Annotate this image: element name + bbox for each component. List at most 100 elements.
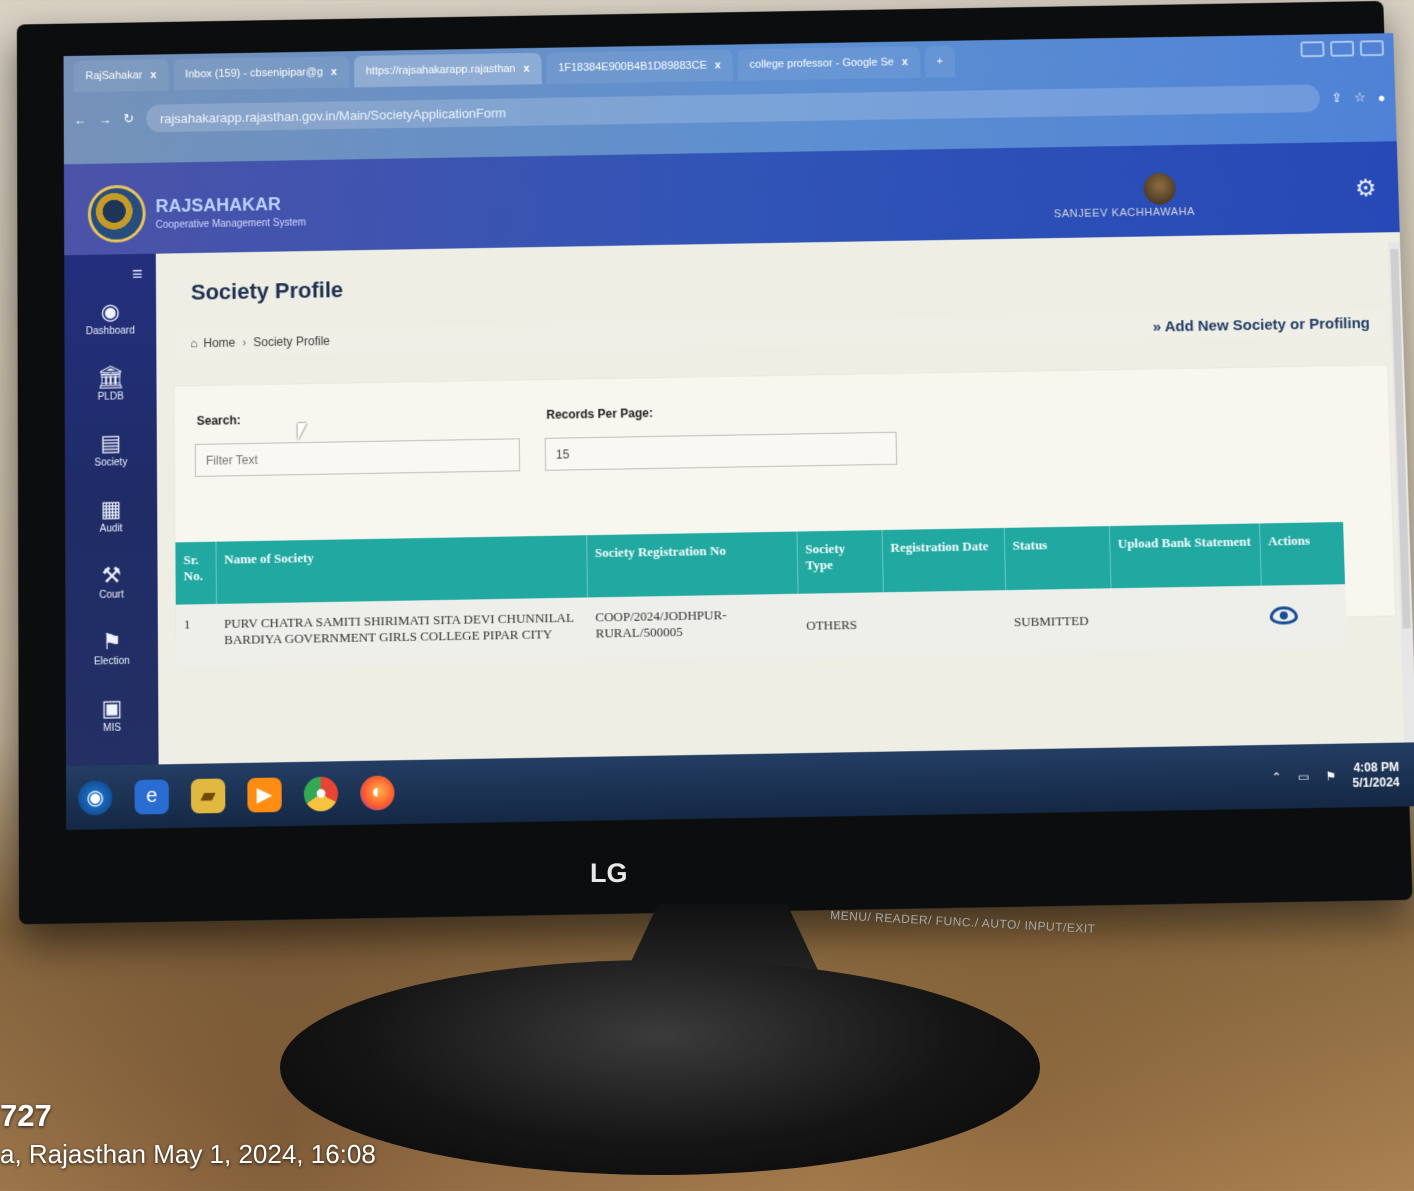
bookmark-icon[interactable]: ☆	[1354, 90, 1366, 106]
close-icon[interactable]: x	[523, 63, 529, 75]
settings-icon[interactable]: ⚙	[1355, 174, 1377, 203]
sidebar-item-label: Court	[99, 589, 124, 601]
share-icon[interactable]: ⇪	[1331, 90, 1342, 106]
search-input[interactable]	[194, 438, 521, 477]
user-name[interactable]: SANJEEV KACHHAWAHA	[1054, 206, 1196, 220]
user-avatar[interactable]	[1143, 172, 1177, 205]
browser-tab-rajsahakar[interactable]: RajSahakar x	[73, 59, 169, 93]
folder-icon[interactable]: ▰	[190, 777, 226, 814]
tab-label: RajSahakar	[85, 69, 143, 83]
sr-no-cell: 1	[175, 603, 217, 670]
sidebar-item-label: Society	[94, 457, 128, 469]
search-label: Search:	[196, 413, 241, 428]
sidebar-item-court[interactable]: ⚒ Court	[65, 549, 158, 617]
sidebar-item-label: MIS	[103, 722, 122, 735]
firefox-icon[interactable]: ◐	[360, 774, 395, 811]
society-profile-table: Sr. No. Name of Society Society Registra…	[175, 521, 1348, 670]
registration-no-cell: COOP/2024/JODHPUR-RURAL/500005	[587, 593, 799, 662]
mouse-cursor-icon	[297, 423, 307, 441]
new-tab-button[interactable]: +	[924, 45, 956, 78]
page-title: Society Profile	[173, 250, 1385, 315]
sr-no-header: Sr. No.	[175, 541, 216, 605]
battery-icon[interactable]: ▭	[1298, 769, 1310, 783]
browser-tab-rajsahakarapp[interactable]: https://rajsahakarapp.rajasthan x	[353, 52, 542, 88]
sidebar-item-dashboard[interactable]: ◉ Dashboard	[64, 285, 156, 352]
maximize-icon[interactable]	[1330, 40, 1355, 57]
profile-icon[interactable]: ●	[1377, 90, 1385, 105]
photo-location-date: a, Rajasthan May 1, 2024, 16:08	[0, 1139, 376, 1169]
close-icon[interactable]: x	[150, 69, 156, 81]
app-subtitle: Cooperative Management System	[155, 217, 307, 231]
breadcrumb-current: Society Profile	[253, 334, 330, 350]
status-header: Status	[1003, 526, 1111, 591]
society-type-cell: OTHERS	[797, 592, 885, 659]
file-icon: ▣	[101, 695, 123, 721]
gavel-icon: ⚒	[101, 562, 122, 588]
close-icon[interactable]: x	[902, 56, 908, 68]
bank-icon: 🏛	[96, 364, 125, 390]
actions-cell	[1260, 584, 1348, 651]
browser-tab-file[interactable]: 1F18384E900B4B1D89883CE x	[546, 49, 733, 85]
chrome-icon[interactable]: ●	[303, 775, 339, 812]
tray-arrow-icon[interactable]: ⌃	[1271, 770, 1282, 784]
registration-date-cell	[882, 590, 1007, 657]
back-icon[interactable]: ←	[74, 112, 87, 127]
records-per-page-label: Records Per Page:	[546, 406, 654, 422]
upload-bank-header: Upload Bank Statement	[1108, 523, 1261, 589]
home-icon: ⌂	[190, 336, 198, 351]
sidebar-item-label: Dashboard	[85, 325, 135, 338]
media-player-icon[interactable]: ▶	[247, 776, 282, 813]
tab-label: https://rajsahakarapp.rajasthan	[365, 63, 516, 78]
sidebar-item-society[interactable]: ▤ Society	[65, 417, 157, 485]
society-name-cell: PURV CHATRA SAMITI SHIRIMATI SITA DEVI C…	[215, 597, 588, 669]
system-clock[interactable]: 4:08 PM 5/1/2024	[1352, 759, 1400, 790]
add-new-society-link[interactable]: » Add New Society or Profiling	[1152, 314, 1370, 335]
name-header: Name of Society	[215, 535, 588, 604]
dashboard-icon: ◉	[100, 298, 120, 325]
sidebar-item-audit[interactable]: ▦ Audit	[65, 483, 157, 551]
flag-icon: ⚑	[101, 628, 122, 655]
app-title: RAJSAHAKAR	[155, 194, 281, 217]
actions-header: Actions	[1259, 521, 1346, 586]
sidebar-item-label: Election	[93, 655, 130, 668]
internet-explorer-icon[interactable]: e	[134, 778, 169, 815]
close-icon[interactable]: x	[715, 59, 721, 71]
registration-date-header: Registration Date	[881, 527, 1006, 593]
browser-tab-gmail[interactable]: Inbox (159) - cbsenipipar@g x	[173, 56, 350, 91]
minimize-icon[interactable]	[1300, 41, 1325, 58]
main-content: Society Profile ⌂ Home › Society Profile…	[155, 232, 1414, 829]
system-tray: ⌃ ▭ ⚑ 4:08 PM 5/1/2024	[1271, 759, 1400, 792]
sidebar-item-label: Audit	[99, 523, 123, 535]
window-controls	[1300, 40, 1385, 58]
monitor-stand-base	[280, 960, 1040, 1175]
document-icon: ▤	[100, 430, 122, 456]
tab-label: college professor - Google Se	[749, 56, 894, 71]
sidebar-item-mis[interactable]: ▣ MIS	[66, 682, 159, 750]
clock-date: 5/1/2024	[1352, 774, 1400, 790]
start-icon[interactable]: ◉	[78, 779, 113, 816]
reload-icon[interactable]: ↻	[123, 111, 134, 127]
forward-icon[interactable]: →	[98, 112, 111, 127]
sidebar: ≡ ◉ Dashboard 🏛 PLDB ▤ Society ▦ Audit ⚒ Cour…	[64, 253, 159, 830]
photo-timestamp: 727 a, Rajasthan May 1, 2024, 16:08	[0, 1098, 376, 1170]
flag-icon[interactable]: ⚑	[1325, 769, 1336, 783]
calculator-icon: ▦	[100, 496, 122, 522]
registration-no-header: Society Registration No	[586, 531, 798, 598]
breadcrumb-home[interactable]: Home	[203, 336, 235, 350]
browser-tab-google-search[interactable]: college professor - Google Se x	[737, 46, 921, 81]
computer-screen: RajSahakar x Inbox (159) - cbsenipipar@g x…	[63, 33, 1414, 830]
clock-time: 4:08 PM	[1353, 759, 1400, 775]
breadcrumb-separator: ›	[242, 335, 247, 350]
close-icon[interactable]: x	[331, 66, 337, 78]
sidebar-item-election[interactable]: ⚑ Election	[65, 615, 158, 683]
eye-icon[interactable]	[1269, 606, 1299, 625]
tab-label: 1F18384E900B4B1D89883CE	[558, 59, 707, 75]
society-type-header: Society Type	[796, 530, 883, 594]
menu-toggle-icon[interactable]: ≡	[132, 264, 143, 285]
upload-bank-cell	[1110, 585, 1263, 653]
tab-label: Inbox (159) - cbsenipipar@g	[185, 66, 324, 81]
sidebar-item-pldb[interactable]: 🏛 PLDB	[65, 351, 157, 418]
records-per-page-input[interactable]	[544, 431, 898, 471]
close-window-icon[interactable]	[1359, 40, 1385, 57]
sidebar-item-label: PLDB	[97, 391, 124, 403]
